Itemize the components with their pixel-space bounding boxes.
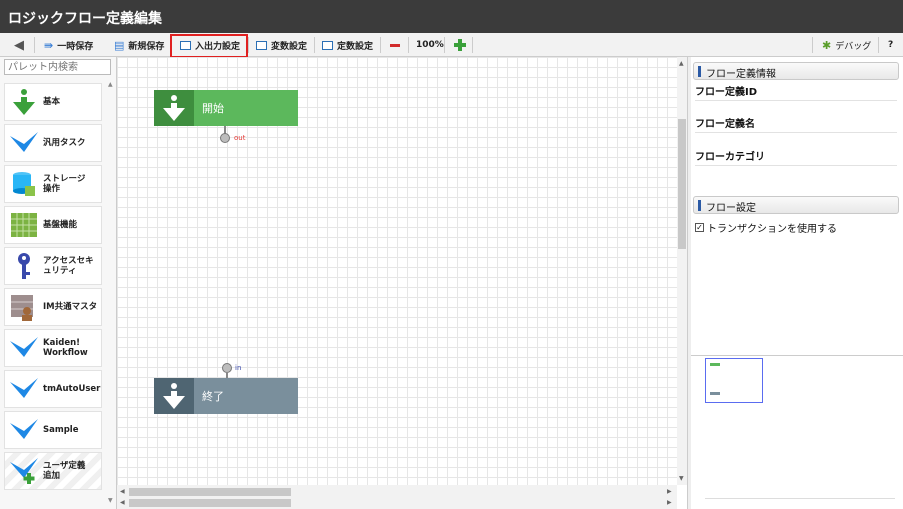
window-title: ロジックフロー定義編集 [0, 0, 903, 33]
use-transaction-checkbox[interactable]: ✓ トランザクションを使用する [695, 220, 837, 235]
temp-save-button[interactable]: ⇛ 一時保存 [40, 35, 97, 55]
flow-settings-header[interactable]: フロー設定 [693, 196, 899, 214]
overview-minimap[interactable] [691, 355, 903, 509]
palette-item-label: ストレージ操作 [43, 174, 86, 194]
temp-save-icon: ⇛ [44, 38, 54, 52]
palette-item-storage[interactable]: ストレージ操作 [4, 165, 102, 203]
palette-item-generic-task[interactable]: 汎用タスク [4, 124, 102, 162]
down-arrow-icon [154, 90, 194, 126]
palette-item-label: 基盤機能 [43, 220, 78, 230]
out-port[interactable] [220, 133, 230, 143]
scroll-down-icon: ▼ [679, 475, 684, 482]
key-icon [9, 251, 39, 281]
canvas-vertical-scrollbar[interactable]: ▲ ▼ [677, 57, 687, 485]
new-save-button[interactable]: ▤ 新規保存 [110, 35, 168, 55]
debug-button[interactable]: ✱ デバッグ [818, 35, 875, 55]
zoom-in-button[interactable] [450, 35, 470, 55]
scroll-thumb[interactable] [129, 488, 291, 496]
palette-item-label: アクセスセキュリティ [43, 256, 94, 276]
out-port-label: out [234, 134, 246, 142]
tmautouser-arrow-icon [9, 374, 39, 404]
palette-item-label: ユーザ定義追加 [43, 461, 86, 481]
palette-item-im-master[interactable]: IM共通マスタ [4, 288, 102, 326]
down-arrow-icon [154, 378, 194, 414]
window-icon [256, 40, 267, 50]
palette-item-kaiden[interactable]: Kaiden! Workflow [4, 329, 102, 367]
scroll-right-icon: ▶ [667, 499, 672, 506]
start-node-label: 開始 [202, 102, 224, 115]
platform-grid-icon [9, 210, 39, 240]
palette-item-platform[interactable]: 基盤機能 [4, 206, 102, 244]
palette-item-label: tmAutoUser [43, 384, 101, 394]
basic-arrow-icon [9, 87, 39, 117]
constant-settings-label: 定数設定 [337, 41, 374, 52]
new-save-label: 新規保存 [128, 41, 165, 52]
debug-label: デバッグ [835, 41, 872, 52]
bug-icon: ✱ [822, 38, 832, 52]
palette-search-input[interactable] [4, 59, 111, 75]
variable-settings-label: 変数設定 [271, 41, 308, 52]
window-icon [322, 40, 333, 50]
zoom-level[interactable]: 100% [412, 35, 448, 55]
new-save-icon: ▤ [114, 38, 125, 52]
flow-name-label: フロー定義名 [695, 115, 897, 133]
minimap-start-node [710, 363, 720, 366]
plus-icon [454, 39, 466, 51]
scroll-thumb[interactable] [129, 499, 291, 507]
kaiden-arrow-icon [9, 333, 39, 363]
flow-id-label: フロー定義ID [695, 83, 897, 101]
scroll-thumb[interactable] [678, 119, 686, 249]
start-node[interactable]: 開始 [154, 90, 298, 126]
scroll-down-icon: ▼ [108, 497, 113, 504]
palette-scrollbar[interactable]: ▲ ▼ [106, 79, 116, 509]
in-port-label: in [235, 364, 242, 372]
database-user-icon [9, 292, 39, 322]
storage-icon [9, 169, 39, 199]
user-defined-add-icon [9, 456, 39, 486]
scroll-left-icon: ◀ [120, 499, 125, 506]
zoom-out-button[interactable] [386, 35, 404, 55]
sample-arrow-icon [9, 415, 39, 445]
minus-icon [390, 43, 400, 47]
palette-item-label: 基本 [43, 97, 61, 107]
scroll-up-icon: ▲ [679, 60, 684, 67]
divider [705, 498, 895, 499]
palette-item-label: Kaiden! Workflow [43, 338, 88, 358]
palette-item-label: Sample [43, 425, 79, 435]
minimap-end-node [710, 392, 720, 395]
flow-category-label: フローカテゴリ [695, 148, 897, 166]
flow-info-header[interactable]: フロー定義情報 [693, 62, 899, 80]
scroll-right-icon: ▶ [667, 488, 672, 495]
properties-panel: フロー定義情報 フロー定義ID フロー定義名 フローカテゴリ フロー設定 ✓ ト… [691, 57, 903, 355]
palette-item-access-security[interactable]: アクセスセキュリティ [4, 247, 102, 285]
back-button[interactable]: ◀ [10, 35, 28, 55]
palette-panel: 基本 汎用タスク ストレージ操作 基盤機能 [0, 57, 117, 509]
help-button[interactable]: ? [884, 35, 897, 55]
palette-item-basic[interactable]: 基本 [4, 83, 102, 121]
canvas-horizontal-scrollbar[interactable]: ◀ ▶ ◀ ▶ [117, 485, 677, 509]
constant-settings-button[interactable]: 定数設定 [318, 35, 377, 55]
flow-canvas[interactable]: 開始 out in 終了 [117, 57, 677, 485]
use-transaction-label: トランザクションを使用する [707, 224, 837, 235]
palette-item-label: IM共通マスタ [43, 302, 98, 312]
highlight-box [170, 34, 248, 58]
palette-item-user-defined[interactable]: ユーザ定義追加 [4, 452, 102, 490]
palette-item-sample[interactable]: Sample [4, 411, 102, 449]
checkbox-icon: ✓ [695, 223, 704, 232]
palette-item-label: 汎用タスク [43, 138, 86, 148]
palette-item-tmautouser[interactable]: tmAutoUser [4, 370, 102, 408]
end-node-label: 終了 [202, 390, 224, 403]
arrow-left-icon: ◀ [14, 37, 24, 53]
generic-task-icon [9, 128, 39, 158]
scroll-up-icon: ▲ [108, 81, 113, 88]
scroll-left-icon: ◀ [120, 488, 125, 495]
end-node[interactable]: 終了 [154, 378, 298, 414]
variable-settings-button[interactable]: 変数設定 [252, 35, 311, 55]
temp-save-label: 一時保存 [57, 41, 94, 52]
toolbar: ◀ ⇛ 一時保存 ▤ 新規保存 入出力設定 変数設定 定数設定 100% ✱ デ… [0, 33, 903, 57]
